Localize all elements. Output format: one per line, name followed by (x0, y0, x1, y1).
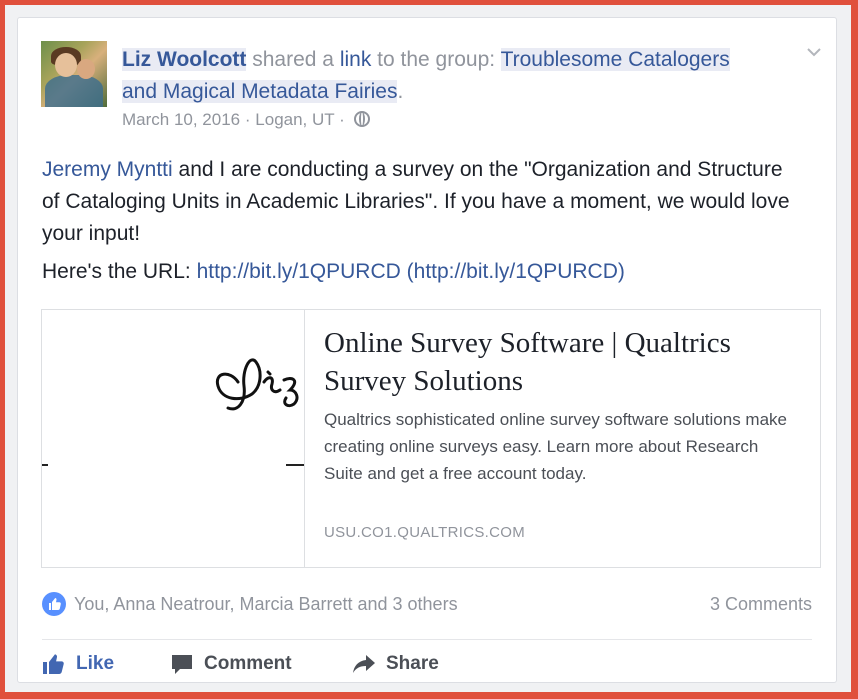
post-header: Liz Woolcott shared a link to the group:… (122, 44, 762, 108)
like-label: Like (76, 653, 115, 674)
post-date[interactable]: March 10, 2016 (122, 110, 240, 129)
highlight-frame: Liz Woolcott shared a link to the group:… (5, 5, 851, 692)
preview-title[interactable]: Online Survey Software | Qualtrics Surve… (324, 324, 804, 400)
reactors-list[interactable]: You, Anna Neatrour, Marcia Barrett and 3… (74, 594, 458, 615)
divider (42, 639, 812, 640)
thumbs-up-icon[interactable] (42, 592, 66, 616)
post-meta: March 10, 2016 · Logan, UT · (122, 110, 370, 130)
chevron-down-icon[interactable] (806, 44, 822, 60)
comments-count[interactable]: 3 Comments (710, 594, 812, 615)
survey-url-paren-link[interactable]: (http://bit.ly/1QPURCD) (407, 260, 625, 283)
shared-text: shared a (246, 48, 340, 71)
mention-link[interactable]: Jeremy Myntti (42, 158, 173, 181)
post-url-line: Here's the URL: http://bit.ly/1QPURCD (h… (42, 256, 802, 288)
post-paragraph: Jeremy Myntti and I are conducting a sur… (42, 154, 802, 250)
comment-button[interactable]: Comment (170, 653, 292, 675)
share-button[interactable]: Share (352, 653, 439, 675)
signature-logo (42, 358, 304, 466)
shared-link[interactable]: link (340, 48, 372, 71)
post-body: Jeremy Myntti and I are conducting a sur… (42, 154, 802, 294)
post-location[interactable]: Logan, UT (255, 110, 334, 129)
link-preview-card[interactable]: Online Survey Software | Qualtrics Surve… (41, 309, 821, 568)
author-name[interactable]: Liz Woolcott (122, 48, 247, 71)
share-label: Share (386, 653, 439, 674)
author-avatar[interactable] (41, 41, 107, 107)
meta-separator: · (244, 110, 251, 129)
preview-domain: USU.CO1.QUALTRICS.COM (324, 524, 526, 541)
to-group-text: to the group: (371, 48, 501, 71)
comment-icon (172, 655, 192, 674)
survey-url-link[interactable]: http://bit.ly/1QPURCD (197, 260, 401, 283)
thumbs-up-icon (43, 654, 64, 674)
preview-image[interactable] (42, 310, 305, 567)
action-bar: Like Comment Share (42, 649, 812, 679)
share-arrow-icon (353, 655, 375, 673)
like-button[interactable]: Like (42, 653, 114, 675)
reactions-bar: You, Anna Neatrour, Marcia Barrett and 3… (42, 592, 812, 622)
globe-icon[interactable] (353, 111, 370, 127)
comment-label: Comment (204, 653, 292, 674)
url-prefix: Here's the URL: (42, 260, 197, 283)
post-card: Liz Woolcott shared a link to the group:… (17, 17, 837, 683)
group-suffix: . (397, 80, 404, 103)
meta-separator-2: · (339, 110, 345, 129)
preview-description: Qualtrics sophisticated online survey so… (324, 410, 787, 483)
